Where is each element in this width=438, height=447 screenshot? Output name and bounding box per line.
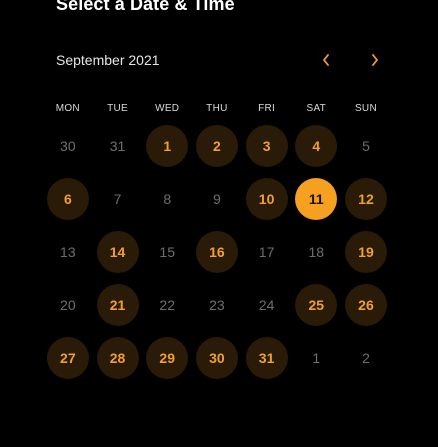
available-day-button[interactable]: 6: [46, 178, 89, 221]
weekday-header-fri: FRI: [258, 102, 276, 114]
calendar-cell: 28: [93, 331, 143, 384]
unavailable-day: 5: [362, 138, 370, 155]
weekday-header-sun: SUN: [354, 102, 377, 114]
calendar-cell: 31: [93, 120, 143, 173]
calendar-cell: 6: [43, 173, 93, 226]
calendar-cell: 2: [341, 331, 391, 384]
other-month-day: 1: [312, 349, 321, 366]
calendar-cell: 30: [43, 120, 93, 173]
calendar-cell: 17: [242, 226, 292, 279]
weekday-header-wed: WED: [155, 102, 180, 114]
calendar-cell: 25: [291, 278, 341, 331]
other-month-day: 31: [109, 138, 126, 155]
calendar-cell: 4: [291, 120, 341, 173]
calendar-cell: 10: [242, 173, 292, 226]
available-day-button[interactable]: 26: [344, 283, 387, 326]
calendar-cell: 21: [93, 278, 143, 331]
weekday-header-tue: TUE: [107, 102, 128, 114]
available-day-button[interactable]: 2: [195, 125, 238, 168]
unavailable-day: 18: [308, 243, 325, 260]
calendar-grid: MON TUE WED THU FRI SAT SUN 30 31 1 2 3 4 5 6 7 8…: [43, 96, 391, 384]
previous-month-button[interactable]: [316, 49, 336, 71]
calendar-cell: 5: [341, 120, 391, 173]
calendar-cell: 26: [341, 278, 391, 331]
calendar-cell: 16: [192, 226, 242, 279]
calendar-cell: 8: [142, 173, 192, 226]
available-day-button[interactable]: 25: [295, 283, 338, 326]
available-day-button[interactable]: 3: [245, 125, 288, 168]
calendar-cell: 23: [192, 278, 242, 331]
available-day-button[interactable]: 16: [195, 230, 238, 273]
available-day-button[interactable]: 14: [96, 230, 139, 273]
calendar-cell: 19: [341, 226, 391, 279]
month-label: September 2021: [56, 52, 160, 68]
available-day-button[interactable]: 21: [96, 283, 139, 326]
calendar-cell: 24: [242, 278, 292, 331]
calendar-cell: 3: [242, 120, 292, 173]
available-day-button[interactable]: 4: [295, 125, 338, 168]
calendar-cell: 7: [93, 173, 143, 226]
calendar-cell: 18: [291, 226, 341, 279]
unavailable-day: 8: [163, 191, 172, 208]
calendar-cell: 12: [341, 173, 391, 226]
other-month-day: 30: [60, 138, 76, 155]
weekday-header-thu: THU: [206, 102, 228, 114]
calendar-cell: 27: [43, 331, 93, 384]
available-day-button[interactable]: 10: [245, 178, 288, 221]
calendar-cell: 13: [43, 226, 93, 279]
other-month-day: 2: [362, 349, 370, 366]
unavailable-day: 17: [258, 243, 275, 260]
unavailable-day: 23: [209, 296, 225, 313]
calendar-cell: 15: [142, 226, 192, 279]
available-day-button[interactable]: 31: [245, 336, 288, 379]
selected-day-button[interactable]: 11: [295, 178, 338, 221]
available-day-button[interactable]: 19: [344, 230, 387, 273]
chevron-right-icon: [371, 54, 379, 66]
unavailable-day: 15: [159, 243, 175, 260]
calendar-cell: 30: [192, 331, 242, 384]
chevron-left-icon: [322, 54, 330, 66]
calendar-cell: 22: [142, 278, 192, 331]
weekday-header-sat: SAT: [306, 102, 327, 114]
page-title: Select a Date & Time: [56, 0, 235, 14]
unavailable-day: 20: [60, 296, 76, 313]
available-day-button[interactable]: 27: [46, 336, 89, 379]
available-day-button[interactable]: 30: [195, 336, 238, 379]
calendar-cell: 29: [142, 331, 192, 384]
available-day-button[interactable]: 1: [146, 125, 189, 168]
unavailable-day: 22: [159, 296, 175, 313]
calendar-cell: 20: [43, 278, 93, 331]
unavailable-day: 24: [258, 296, 275, 313]
unavailable-day: 13: [60, 243, 76, 260]
unavailable-day: 7: [113, 191, 122, 208]
available-day-button[interactable]: 28: [96, 336, 139, 379]
next-month-button[interactable]: [365, 49, 385, 71]
unavailable-day: 9: [213, 191, 221, 208]
calendar-cell: 14: [93, 226, 143, 279]
available-day-button[interactable]: 12: [344, 178, 387, 221]
weekday-header-mon: MON: [55, 102, 80, 114]
calendar-cell: 9: [192, 173, 242, 226]
calendar-cell: 1: [142, 120, 192, 173]
available-day-button[interactable]: 29: [146, 336, 189, 379]
calendar-cell: 2: [192, 120, 242, 173]
calendar-cell: 1: [291, 331, 341, 384]
calendar-cell: 31: [242, 331, 292, 384]
calendar-cell: 11: [291, 173, 341, 226]
